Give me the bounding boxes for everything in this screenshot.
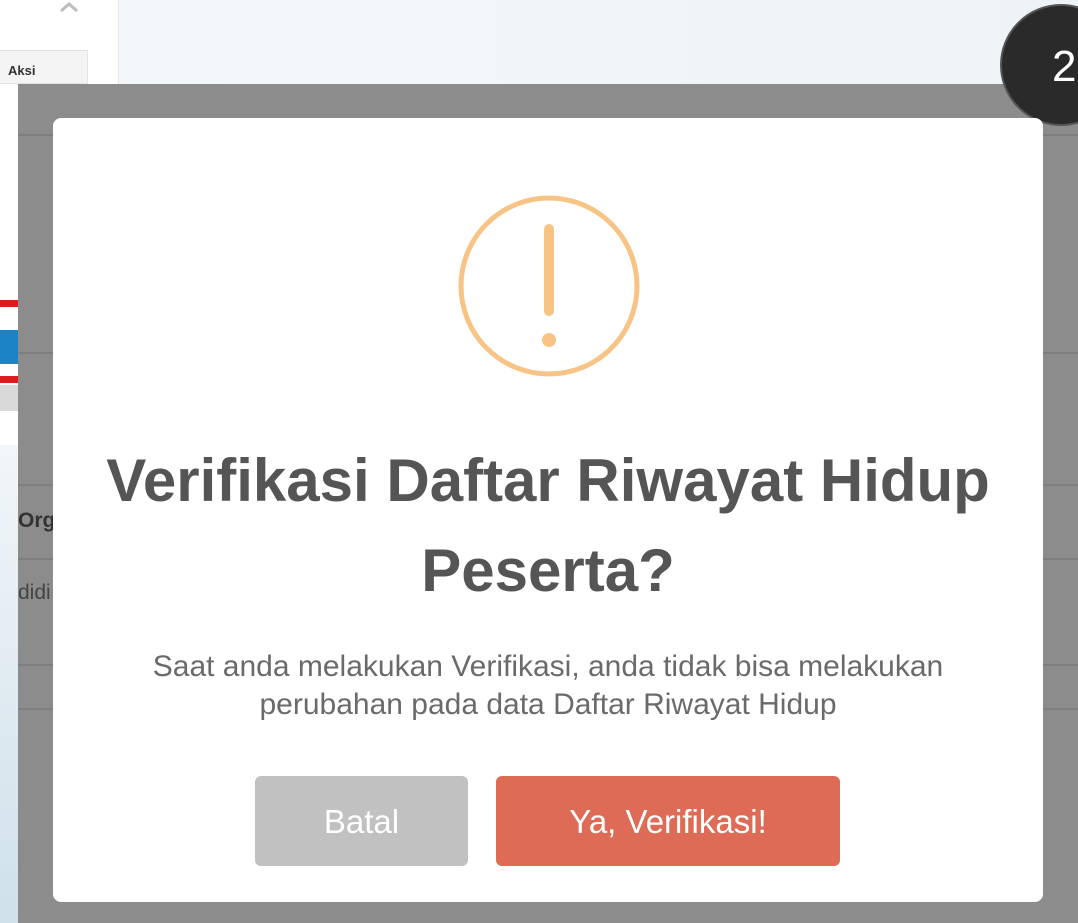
- dialog-title-line-2: Peserta?: [421, 537, 675, 604]
- confirm-verify-button[interactable]: Ya, Verifikasi!: [496, 776, 840, 866]
- background-column-label: Org: [18, 509, 56, 532]
- dialog-message: Saat anda melakukan Verifikasi, anda tid…: [53, 648, 1043, 724]
- dialog-message-line-1: Saat anda melakukan Verifikasi, anda tid…: [152, 650, 944, 683]
- exclamation-circle-icon: [458, 195, 640, 377]
- chevron-up-icon[interactable]: [56, 0, 82, 14]
- cancel-button[interactable]: Batal: [255, 776, 468, 866]
- background-top-area: [118, 0, 1078, 86]
- table-header-aksi: Aksi: [0, 50, 88, 84]
- dialog-title-line-1: Verifikasi Daftar Riwayat Hidup: [106, 447, 990, 514]
- background-cell-text: didi: [18, 581, 51, 604]
- page: Aksi Org didi 2 Verifikasi Daftar Riwaya…: [0, 0, 1078, 923]
- dialog-title: Verifikasi Daftar Riwayat Hidup Peserta?: [53, 436, 1043, 616]
- confirmation-dialog: Verifikasi Daftar Riwayat Hidup Peserta?…: [53, 118, 1043, 902]
- dialog-message-line-2: perubahan pada data Daftar Riwayat Hidup: [259, 688, 837, 721]
